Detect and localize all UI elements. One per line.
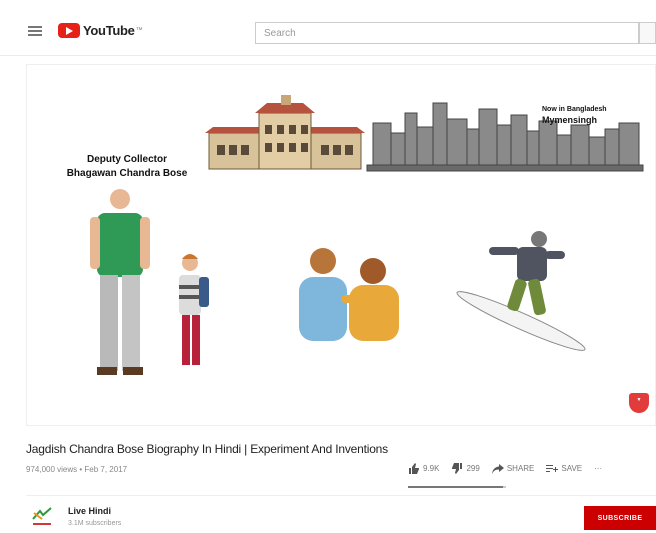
divider xyxy=(26,495,656,496)
video-meta: 974,000 views • Feb 7, 2017 xyxy=(26,465,128,474)
dislike-button[interactable]: 299 xyxy=(451,463,480,474)
play-logo-icon xyxy=(58,23,80,38)
like-count: 9.9K xyxy=(423,464,440,473)
more-icon: ··· xyxy=(594,464,603,473)
logo-text: YouTube xyxy=(83,23,135,38)
more-actions-button[interactable]: ··· xyxy=(594,464,602,473)
logo-trademark: ™ xyxy=(135,27,143,34)
caption-mymensingh: Now in Bangladesh Mymensingh xyxy=(542,105,642,127)
search-input[interactable]: Search xyxy=(255,22,639,44)
caption-left-line1: Deputy Collector xyxy=(86,154,167,165)
menu-icon[interactable] xyxy=(28,26,42,36)
building-illustration xyxy=(205,95,365,170)
share-icon xyxy=(491,463,504,474)
caption-right-line2: Mymensingh xyxy=(542,115,598,125)
dislike-count: 299 xyxy=(466,464,480,473)
channel-avatar[interactable] xyxy=(30,505,54,527)
playlist-add-icon xyxy=(546,464,559,472)
channel-watermark-badge[interactable]: ▼ xyxy=(629,393,649,413)
share-label: SHARE xyxy=(506,464,535,473)
save-label: SAVE xyxy=(561,464,583,473)
man-illustration xyxy=(90,189,150,375)
caption-right-line1: Now in Bangladesh xyxy=(542,106,607,113)
caption-deputy-collector: Deputy Collector Bhagawan Chandra Bose xyxy=(47,153,207,181)
top-bar: YouTube ™ Search xyxy=(0,0,656,56)
video-actions: 9.9K 299 SHARE SAVE ··· xyxy=(408,463,602,474)
video-player[interactable]: Deputy Collector Bhagawan Chandra Bose N… xyxy=(26,64,656,426)
boy-illustration xyxy=(179,254,209,365)
like-button[interactable]: 9.9K xyxy=(408,463,439,474)
channel-name[interactable]: Live Hindi xyxy=(68,506,111,516)
sentiment-bar xyxy=(408,486,506,488)
thumbs-down-icon xyxy=(452,463,463,474)
thumbs-up-icon xyxy=(409,463,419,474)
youtube-logo[interactable]: YouTube ™ xyxy=(58,23,143,38)
subscriber-count: 3.1M subscribers xyxy=(68,520,122,527)
save-button[interactable]: SAVE xyxy=(546,464,582,474)
video-title: Jagdish Chandra Bose Biography In Hindi … xyxy=(26,442,388,456)
two-children-illustration xyxy=(299,248,399,341)
snowboarder-illustration xyxy=(456,231,586,351)
search-button[interactable] xyxy=(639,22,656,44)
sentiment-bar-fill xyxy=(408,486,504,488)
share-button[interactable]: SHARE xyxy=(491,463,535,474)
caption-left-line2: Bhagawan Chandra Bose xyxy=(66,168,188,179)
subscribe-button[interactable]: SUBSCRIBE xyxy=(584,506,656,530)
